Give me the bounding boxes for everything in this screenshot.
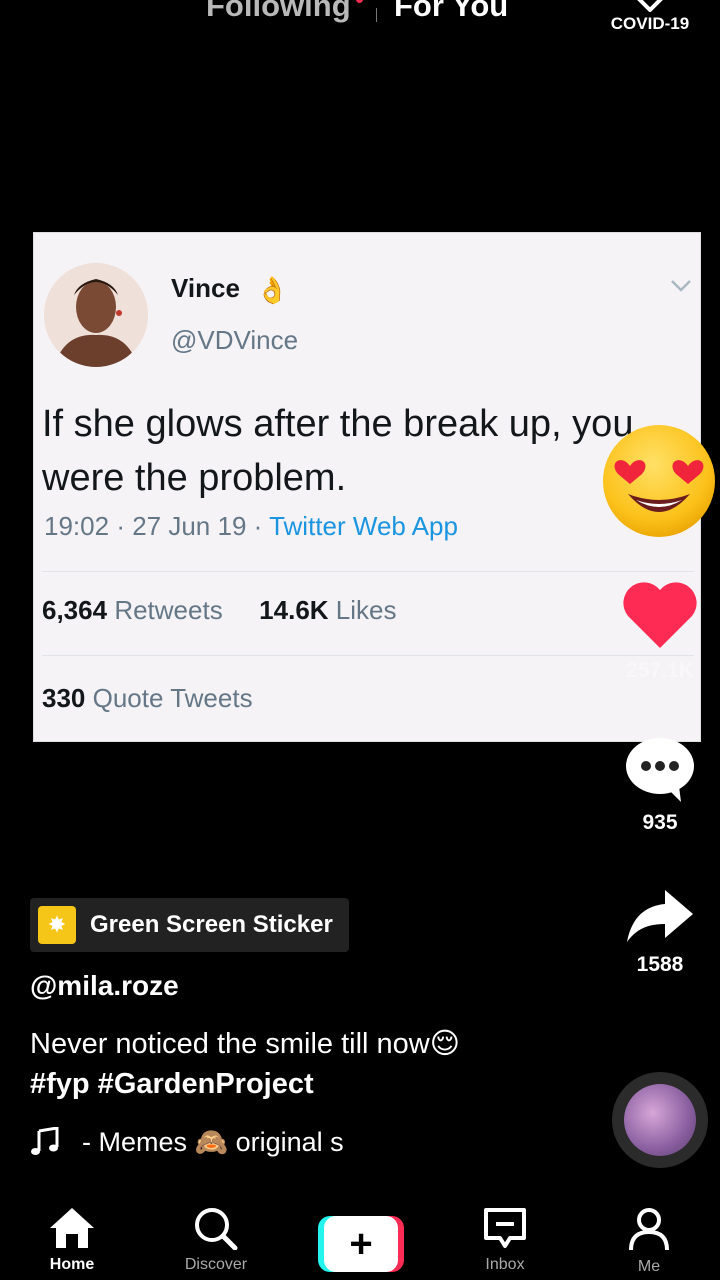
tweet-author-name: Vince	[171, 273, 240, 303]
covid-label: COVID-19	[610, 14, 690, 33]
nav-me-label: Me	[637, 1258, 661, 1275]
tweet-quotes: 330 Quote Tweets	[42, 683, 253, 714]
tweet-time: 19:02	[44, 511, 110, 541]
ok-hand-emoji: 👌	[256, 275, 289, 305]
tweet-source: Twitter Web App	[269, 511, 458, 541]
quotes-label: Quote Tweets	[92, 683, 253, 713]
tab-following[interactable]: Following	[206, 0, 351, 24]
heart-eyes-emoji-avatar[interactable]	[600, 422, 718, 540]
covid-button[interactable]: COVID-19	[598, 0, 702, 34]
nav-inbox[interactable]: Inbox	[450, 1206, 560, 1274]
heart-icon	[623, 582, 697, 648]
nav-home[interactable]: Home	[17, 1206, 127, 1274]
inbox-icon	[484, 1208, 526, 1248]
music-disc[interactable]	[612, 1072, 708, 1168]
tweet-stats: 6,364 Retweets 14.6K Likes	[42, 595, 397, 626]
divider	[42, 655, 694, 656]
heart-outline-icon	[637, 0, 663, 12]
nav-discover[interactable]: Discover	[161, 1206, 271, 1274]
caption-text: Never noticed the smile till now😌	[30, 1028, 460, 1060]
likes-label: Likes	[335, 595, 397, 625]
sticker-label: Green Screen Sticker	[90, 911, 333, 938]
share-arrow-icon	[627, 890, 693, 942]
bottom-nav: Home Discover + Inbox Me	[0, 1194, 720, 1280]
post-caption: Never noticed the smile till now😌 #fyp #…	[30, 1024, 590, 1104]
tweet-text: If she glows after the break up, you wer…	[42, 403, 634, 499]
nav-me[interactable]: Me	[594, 1206, 704, 1276]
divider	[42, 571, 694, 572]
top-tabs: Following For You COVID-19	[0, 0, 720, 38]
tab-divider	[376, 8, 377, 22]
tweet-author-handle: @VDVince	[171, 325, 299, 355]
share-button[interactable]: 1588	[612, 888, 708, 977]
music-note-icon	[31, 1127, 59, 1155]
home-icon	[50, 1208, 94, 1248]
music-title: - Memes 🙈 original s	[82, 1127, 344, 1157]
retweets-count: 6,364	[42, 595, 108, 625]
likes-count: 14.6K	[259, 595, 329, 625]
nav-inbox-label: Inbox	[485, 1256, 525, 1273]
green-screen-sticker-chip[interactable]: ✸ Green Screen Sticker	[30, 898, 349, 952]
plus-icon: +	[324, 1216, 398, 1272]
post-username[interactable]: @mila.roze	[30, 970, 179, 1002]
comment-icon	[626, 738, 694, 802]
search-icon	[195, 1208, 238, 1250]
tweet-date: 27 Jun 19	[132, 511, 247, 541]
create-button[interactable]: +	[318, 1216, 404, 1272]
comment-count: 935	[642, 811, 678, 834]
profile-icon	[629, 1208, 669, 1251]
notification-dot	[356, 0, 363, 3]
caption-hashtags[interactable]: #fyp #GardenProject	[30, 1064, 590, 1104]
tweet-meta: 19:02 · 27 Jun 19 · Twitter Web App	[44, 511, 458, 542]
like-count: 257.1K	[626, 659, 694, 682]
tweet-author-avatar	[44, 263, 148, 367]
like-button[interactable]: 257.1K	[612, 582, 708, 683]
person-avatar-icon	[44, 263, 148, 367]
share-count: 1588	[636, 953, 684, 976]
nav-discover-label: Discover	[184, 1256, 248, 1273]
quotes-count: 330	[42, 683, 86, 713]
tab-for-you[interactable]: For You	[394, 0, 508, 24]
meta-separator: ·	[253, 511, 270, 541]
music-row[interactable]: - Memes 🙈 original s	[30, 1126, 444, 1158]
music-disc-cover	[624, 1084, 696, 1156]
sparkle-icon: ✸	[38, 906, 76, 944]
retweets-label: Retweets	[114, 595, 223, 625]
comment-button[interactable]: 935	[612, 736, 708, 835]
chevron-down-icon	[671, 280, 691, 292]
nav-home-label: Home	[49, 1256, 95, 1273]
meta-separator: ·	[116, 511, 133, 541]
